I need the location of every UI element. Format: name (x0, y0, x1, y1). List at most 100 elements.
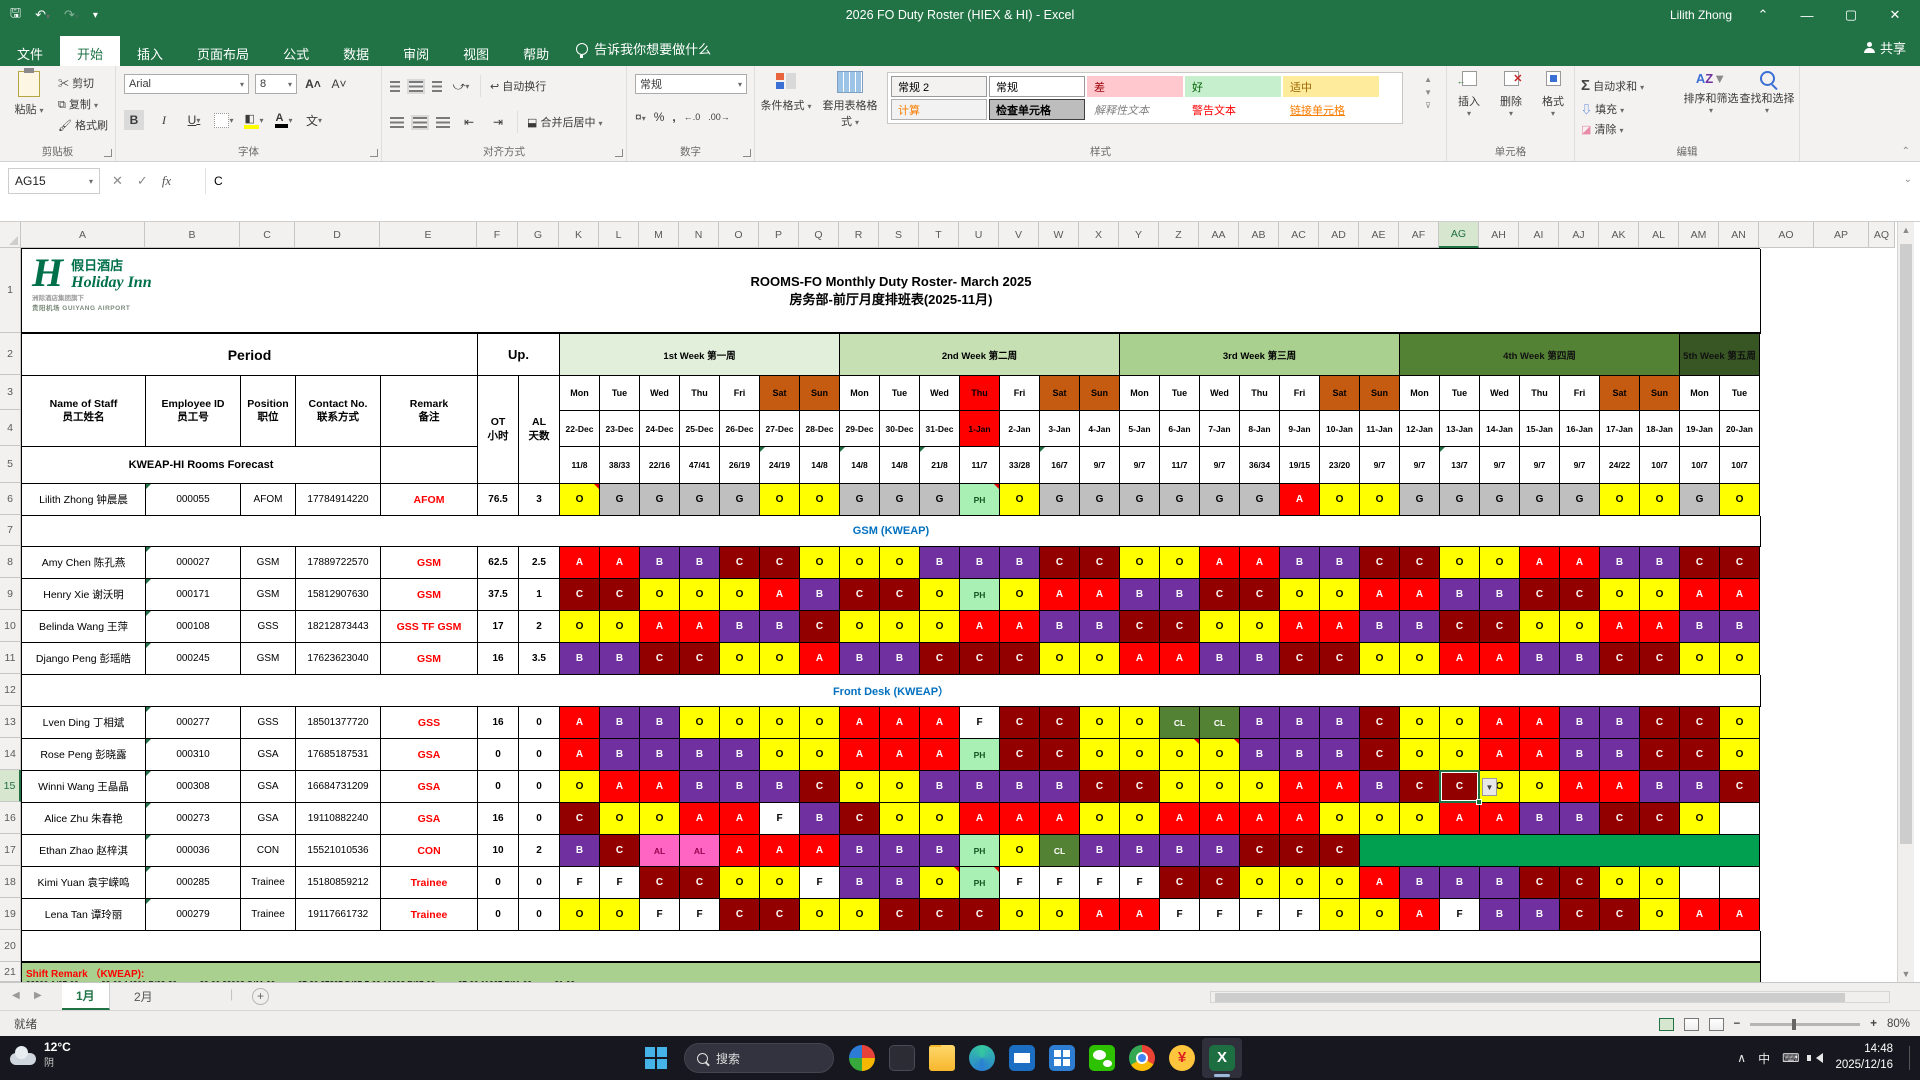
shift-cell-18-17[interactable]: O (1240, 867, 1280, 899)
staff-remark[interactable]: GSM (381, 579, 478, 611)
staff-name[interactable]: Henry Xie 谢沃明 (22, 579, 146, 611)
shift-cell-13-9[interactable]: A (920, 707, 960, 739)
staff-ot[interactable]: 62.5 (478, 547, 519, 579)
day-header-16-Jan[interactable]: Fri (1560, 376, 1600, 411)
shift-cell-11-24[interactable]: B (1520, 643, 1560, 675)
forecast-30-Dec[interactable]: 14/8 (880, 447, 920, 484)
shift-cell-10-0[interactable]: O (560, 611, 600, 643)
shift-cell-18-27[interactable]: O (1640, 867, 1680, 899)
forecast-18-Jan[interactable]: 10/7 (1640, 447, 1680, 484)
date-cell-29-Dec[interactable]: 29-Dec (840, 411, 880, 447)
ribbon-tab-审阅[interactable]: 审阅 (386, 36, 446, 66)
cell-style-解释性文本[interactable]: 解释性文本 (1087, 99, 1183, 120)
comma-style-icon[interactable]: , (672, 110, 675, 124)
date-cell-25-Dec[interactable]: 25-Dec (680, 411, 720, 447)
date-cell-30-Dec[interactable]: 30-Dec (880, 411, 920, 447)
day-header-10-Jan[interactable]: Sat (1320, 376, 1360, 411)
column-header-AG[interactable]: AG (1439, 222, 1479, 248)
shift-cell-14-4[interactable]: B (720, 739, 760, 771)
shift-cell-17-1[interactable]: C (600, 835, 640, 867)
shift-cell-16-8[interactable]: O (880, 803, 920, 835)
shift-cell-6-20[interactable]: O (1360, 484, 1400, 516)
shift-cell-8-16[interactable]: A (1200, 547, 1240, 579)
forecast-12-Jan[interactable]: 9/7 (1400, 447, 1440, 484)
taskbar-app-mail[interactable] (1002, 1038, 1042, 1078)
shift-cell-13-5[interactable]: O (760, 707, 800, 739)
shift-cell-14-16[interactable]: O (1200, 739, 1240, 771)
zoom-out-icon[interactable]: − (1734, 1018, 1741, 1030)
shift-cell-13-28[interactable]: C (1680, 707, 1720, 739)
shift-cell-10-14[interactable]: C (1120, 611, 1160, 643)
italic-button[interactable]: I (154, 110, 174, 130)
shift-cell-17-14[interactable]: B (1120, 835, 1160, 867)
column-header-R[interactable]: R (839, 222, 879, 248)
column-header-AN[interactable]: AN (1719, 222, 1759, 248)
shift-cell-15-0[interactable]: O (560, 771, 600, 803)
date-cell-5-Jan[interactable]: 5-Jan (1120, 411, 1160, 447)
shift-cell-8-25[interactable]: A (1560, 547, 1600, 579)
taskbar-app-app-dark[interactable] (882, 1038, 922, 1078)
shift-cell-19-21[interactable]: A (1400, 899, 1440, 931)
shift-cell-18-10[interactable]: PH (960, 867, 1000, 899)
staff-position[interactable]: GSS (241, 611, 296, 643)
forecast-31-Dec[interactable]: 21/8 (920, 447, 960, 484)
shift-cell-19-4[interactable]: C (720, 899, 760, 931)
shift-cell-16-15[interactable]: A (1160, 803, 1200, 835)
staff-name[interactable]: Winni Wang 王晶晶 (22, 771, 146, 803)
shift-cell-11-4[interactable]: O (720, 643, 760, 675)
date-cell-26-Dec[interactable]: 26-Dec (720, 411, 760, 447)
staff-al[interactable]: 0 (519, 771, 560, 803)
cell-style-适中[interactable]: 适中 (1283, 76, 1379, 97)
date-cell-9-Jan[interactable]: 9-Jan (1280, 411, 1320, 447)
staff-contact[interactable]: 18212873443 (296, 611, 381, 643)
row-header-2[interactable]: 2 (0, 333, 21, 375)
confirm-entry-icon[interactable]: ✓ (137, 173, 148, 189)
shift-cell-14-11[interactable]: C (1000, 739, 1040, 771)
day-header-4-Jan[interactable]: Sun (1080, 376, 1120, 411)
staff-remark[interactable]: Trainee (381, 899, 478, 931)
staff-position[interactable]: GSA (241, 803, 296, 835)
shift-cell-9-10[interactable]: PH (960, 579, 1000, 611)
shift-cell-9-29[interactable]: A (1720, 579, 1760, 611)
increase-indent-icon[interactable]: ⇥ (488, 112, 508, 132)
forecast-9-Jan[interactable]: 19/15 (1280, 447, 1320, 484)
shift-cell-17-7[interactable]: B (840, 835, 880, 867)
taskbar-app-tiles[interactable] (1042, 1038, 1082, 1078)
forecast-17-Jan[interactable]: 24/22 (1600, 447, 1640, 484)
day-header-23-Dec[interactable]: Tue (600, 376, 640, 411)
shift-cell-13-6[interactable]: O (800, 707, 840, 739)
shift-cell-19-29[interactable]: A (1720, 899, 1760, 931)
row-header-21[interactable]: 21 (0, 962, 21, 982)
next-sheet-icon[interactable]: ▶ (34, 990, 42, 1001)
shift-cell-18-1[interactable]: F (600, 867, 640, 899)
date-cell-12-Jan[interactable]: 12-Jan (1400, 411, 1440, 447)
decrease-decimal-icon[interactable]: .00→ (708, 112, 730, 122)
shift-cell-14-6[interactable]: O (800, 739, 840, 771)
shift-cell-19-19[interactable]: O (1320, 899, 1360, 931)
shift-cell-14-19[interactable]: B (1320, 739, 1360, 771)
shift-cell-8-27[interactable]: B (1640, 547, 1680, 579)
normal-view-icon[interactable] (1659, 1018, 1674, 1031)
forecast-10-Jan[interactable]: 23/20 (1320, 447, 1360, 484)
font-name-combo[interactable]: Arial▾ (124, 74, 249, 94)
staff-id[interactable]: 000273 (146, 803, 241, 835)
column-header-T[interactable]: T (919, 222, 959, 248)
row-header-1[interactable]: 1 (0, 248, 21, 333)
ribbon-tab-插入[interactable]: 插入 (120, 36, 180, 66)
shift-cell-11-5[interactable]: O (760, 643, 800, 675)
shift-cell-16-23[interactable]: A (1480, 803, 1520, 835)
staff-al[interactable]: 0 (519, 899, 560, 931)
column-header-X[interactable]: X (1079, 222, 1119, 248)
shift-cell-14-17[interactable]: B (1240, 739, 1280, 771)
shift-cell-11-29[interactable]: O (1720, 643, 1760, 675)
shift-cell-11-23[interactable]: A (1480, 643, 1520, 675)
shift-cell-15-9[interactable]: B (920, 771, 960, 803)
zoom-slider[interactable] (1750, 1023, 1860, 1026)
shift-cell-16-4[interactable]: A (720, 803, 760, 835)
column-header-AA[interactable]: AA (1199, 222, 1239, 248)
shift-cell-8-21[interactable]: C (1400, 547, 1440, 579)
forecast-15-Jan[interactable]: 9/7 (1520, 447, 1560, 484)
date-cell-20-Jan[interactable]: 20-Jan (1720, 411, 1760, 447)
day-header-29-Dec[interactable]: Mon (840, 376, 880, 411)
row-header-17[interactable]: 17 (0, 834, 21, 866)
